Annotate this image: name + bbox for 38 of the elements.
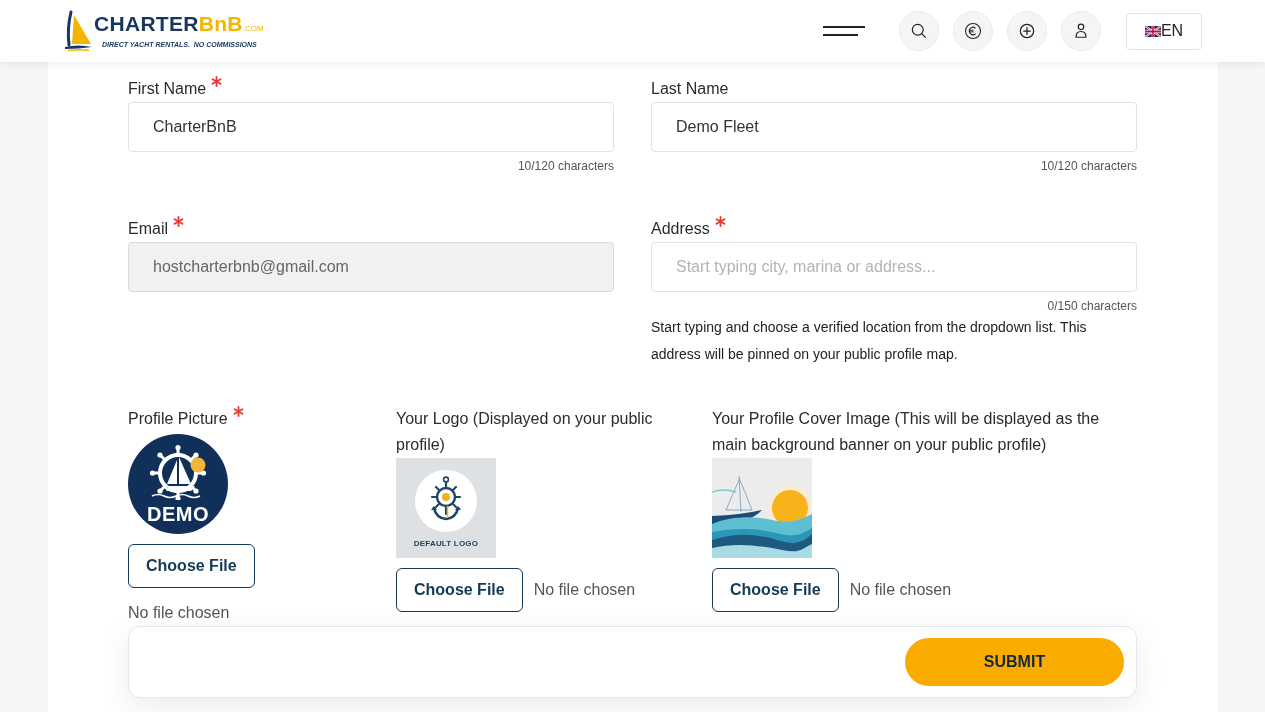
field-label: Address	[651, 219, 710, 239]
text-input: hostcharterbnb@gmail.com	[128, 242, 614, 292]
logo-caption: DEFAULT LOGO	[413, 539, 479, 549]
file-status-text: No file chosen	[533, 580, 636, 600]
search-button[interactable]	[899, 11, 939, 51]
flag-icon	[1144, 25, 1161, 37]
add-button[interactable]	[1007, 11, 1047, 51]
field-label: First Name	[128, 79, 207, 99]
text-input[interactable]: CharterBnB	[128, 102, 614, 152]
search-icon	[909, 21, 929, 41]
character-counter: 10/120 characters	[1039, 158, 1137, 174]
field-label: Your Profile Cover Image (This will be displayed as the main background banner on your public profile)	[712, 409, 1101, 455]
field-label: Last Name	[651, 79, 729, 99]
sailboat-logo-icon[interactable]	[62, 10, 94, 52]
field-label: Profile Picture	[128, 409, 228, 429]
file-status-text: No file chosen	[128, 603, 230, 623]
choose-file-button[interactable]: Choose File	[712, 568, 839, 612]
account-button[interactable]	[1061, 11, 1101, 51]
plus-circle-icon	[1017, 21, 1037, 41]
text-input[interactable]: Demo Fleet	[651, 102, 1137, 152]
character-counter: 0/150 characters	[1046, 298, 1137, 314]
submit-button[interactable]: SUBMIT	[905, 638, 1124, 686]
anchor-emblem-drawing	[415, 470, 477, 532]
euro-icon	[963, 21, 983, 41]
field-label: Your Logo (Displayed on your public profile)	[396, 409, 654, 455]
character-counter: 10/120 characters	[516, 158, 614, 174]
menu-icon	[823, 25, 865, 37]
brand-wordmark[interactable]: CHARTERBnB.COM	[94, 13, 264, 40]
help-text: Start typing and choose a verified location from the dropdown list. This address will be pinned on your public profile map.	[651, 318, 1088, 364]
field-label: Email	[128, 219, 168, 239]
file-status-text: No file chosen	[849, 580, 952, 600]
language-button[interactable]: EN	[1126, 12, 1202, 50]
currency-button[interactable]	[953, 11, 993, 51]
choose-file-button[interactable]: Choose File	[396, 568, 523, 612]
menu-button[interactable]	[823, 25, 865, 37]
text-input[interactable]: Start typing city, marina or address...	[651, 242, 1137, 292]
picture-caption: DEMO	[147, 504, 209, 524]
choose-file-button[interactable]: Choose File	[128, 544, 255, 588]
